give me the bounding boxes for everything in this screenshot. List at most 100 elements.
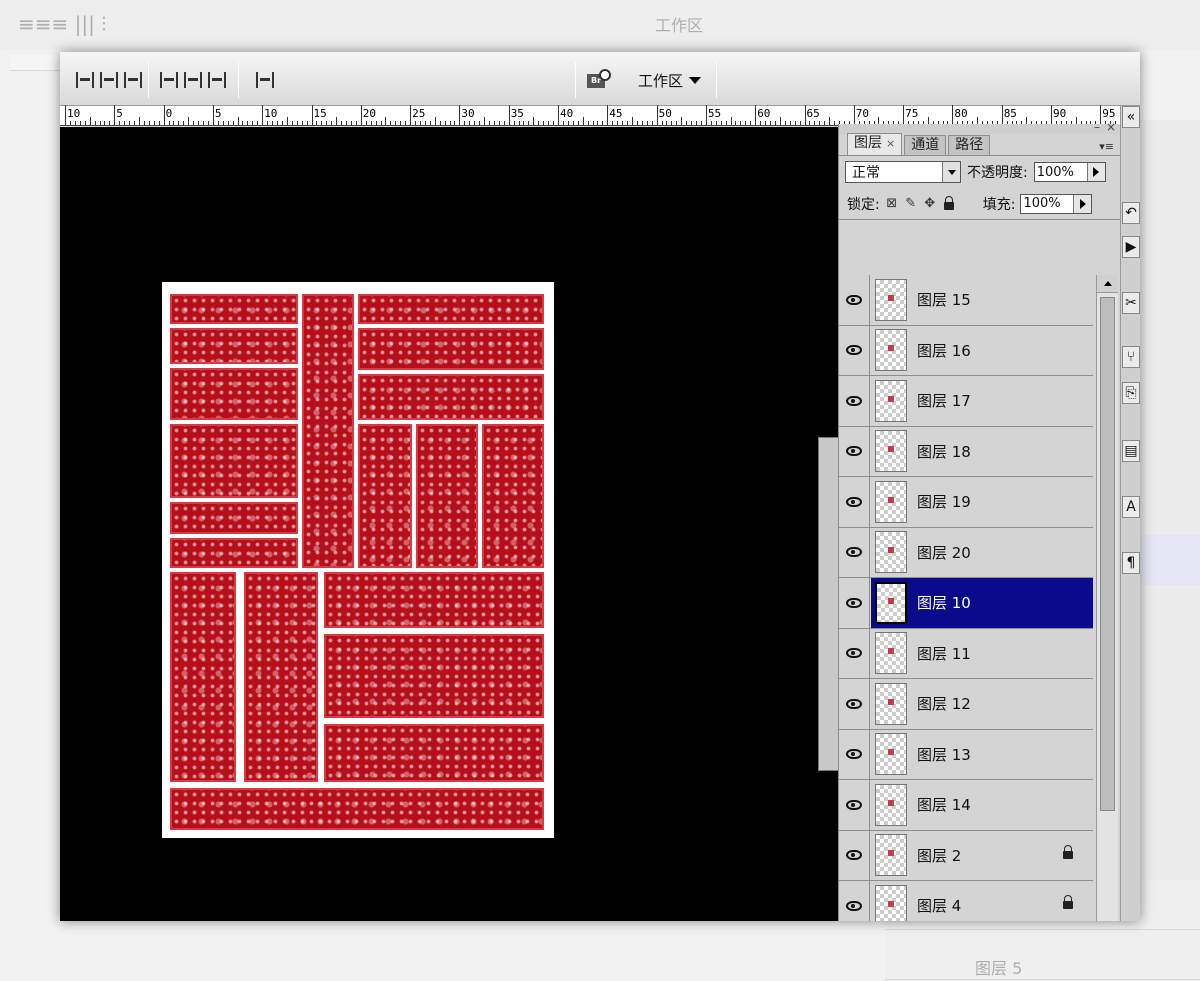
align-bottom-icon[interactable] bbox=[124, 72, 142, 88]
layer-comps-icon[interactable]: ⑂ bbox=[1122, 346, 1140, 368]
fill-value[interactable]: 100% bbox=[1021, 196, 1073, 211]
character-icon[interactable]: A bbox=[1122, 496, 1140, 518]
layer-main[interactable]: 图层 2 bbox=[871, 831, 1093, 881]
panel-menu-icon[interactable]: ▾≡ bbox=[1099, 140, 1114, 153]
layer-thumbnail[interactable] bbox=[875, 278, 907, 321]
workspace-menu[interactable]: 工作区 bbox=[638, 68, 702, 92]
layer-name[interactable]: 图层 17 bbox=[917, 390, 971, 411]
document-canvas[interactable] bbox=[60, 127, 840, 921]
align-vcenter-icon[interactable] bbox=[100, 72, 118, 88]
lock-all-icon[interactable] bbox=[942, 195, 956, 211]
layer-thumbnail[interactable] bbox=[875, 329, 907, 372]
layer-thumbnail[interactable] bbox=[875, 834, 907, 877]
auto-align-button[interactable] bbox=[256, 68, 274, 92]
layer-thumbnail[interactable] bbox=[875, 682, 907, 725]
visibility-toggle[interactable] bbox=[839, 780, 870, 830]
layer-name[interactable]: 图层 12 bbox=[917, 693, 971, 714]
layer-main[interactable]: 图层 13 bbox=[871, 730, 1093, 780]
close-icon[interactable]: × bbox=[886, 137, 895, 150]
layer-row[interactable]: 图层 19 bbox=[839, 477, 1093, 528]
layer-thumbnail[interactable] bbox=[875, 379, 907, 422]
tab-layers[interactable]: 图层 × bbox=[847, 133, 903, 155]
info-icon[interactable]: ▤ bbox=[1122, 440, 1140, 462]
visibility-toggle[interactable] bbox=[839, 679, 870, 729]
layer-row[interactable]: 图层 10 bbox=[839, 578, 1093, 629]
bridge-button[interactable]: Br bbox=[585, 68, 617, 94]
layer-thumbnail[interactable] bbox=[875, 480, 907, 523]
tab-paths[interactable]: 路径 bbox=[948, 135, 991, 155]
layer-row[interactable]: 图层 20 bbox=[839, 527, 1093, 578]
layer-thumbnail[interactable] bbox=[875, 632, 907, 675]
layer-thumbnail[interactable] bbox=[875, 884, 907, 921]
layer-main[interactable]: 图层 12 bbox=[871, 679, 1093, 729]
lock-position-icon[interactable]: ✥ bbox=[923, 196, 937, 211]
history-icon[interactable]: ↶ bbox=[1122, 202, 1140, 224]
layer-thumbnail[interactable] bbox=[875, 430, 907, 473]
layer-main[interactable]: 图层 15 bbox=[871, 275, 1093, 325]
visibility-toggle[interactable] bbox=[839, 376, 870, 426]
visibility-toggle[interactable] bbox=[839, 325, 870, 375]
scroll-up-icon[interactable] bbox=[1097, 275, 1118, 293]
layer-thumbnail[interactable] bbox=[875, 733, 907, 776]
layer-row[interactable]: 图层 4 bbox=[839, 881, 1093, 921]
layer-name[interactable]: 图层 10 bbox=[917, 592, 971, 613]
visibility-toggle[interactable] bbox=[839, 527, 870, 577]
tab-channels[interactable]: 通道 bbox=[904, 135, 947, 155]
layer-thumbnail[interactable] bbox=[875, 783, 907, 826]
lock-transparent-pixels-icon[interactable]: ⊠ bbox=[885, 196, 899, 211]
visibility-toggle[interactable] bbox=[839, 477, 870, 527]
actions-icon[interactable]: ▶ bbox=[1122, 236, 1140, 258]
distribute-left-icon[interactable] bbox=[160, 72, 178, 88]
visibility-toggle[interactable] bbox=[839, 578, 870, 628]
collapsed-character-panel[interactable] bbox=[818, 437, 840, 771]
layer-name[interactable]: 图层 18 bbox=[917, 441, 971, 462]
layer-main[interactable]: 图层 16 bbox=[871, 326, 1093, 376]
visibility-toggle[interactable] bbox=[839, 881, 870, 921]
visibility-toggle[interactable] bbox=[839, 426, 870, 476]
distribute-hcenter-icon[interactable] bbox=[184, 72, 202, 88]
visibility-toggle[interactable] bbox=[839, 830, 870, 880]
layer-main[interactable]: 图层 14 bbox=[871, 780, 1093, 830]
layer-row[interactable]: 图层 12 bbox=[839, 679, 1093, 730]
layer-row[interactable]: 图层 2 bbox=[839, 830, 1093, 881]
paragraph-icon[interactable]: ¶ bbox=[1122, 552, 1140, 574]
layer-name[interactable]: 图层 4 bbox=[917, 895, 961, 916]
layer-row[interactable]: 图层 14 bbox=[839, 780, 1093, 831]
layer-row[interactable]: 图层 15 bbox=[839, 275, 1093, 326]
visibility-toggle[interactable] bbox=[839, 628, 870, 678]
layer-row[interactable]: 图层 17 bbox=[839, 376, 1093, 427]
layer-main[interactable]: 图层 19 bbox=[871, 477, 1093, 527]
visibility-toggle[interactable] bbox=[839, 275, 870, 325]
fill-slider-arrow-icon[interactable] bbox=[1073, 194, 1092, 213]
layer-row[interactable]: 图层 13 bbox=[839, 729, 1093, 780]
layer-list-scrollbar[interactable] bbox=[1096, 275, 1118, 921]
layer-name[interactable]: 图层 20 bbox=[917, 542, 971, 563]
align-top-icon[interactable] bbox=[76, 72, 94, 88]
horizontal-ruler[interactable]: 10 5 0 5 10 15 20 25 30 35 40 45 50 55 60 65 70 75 80 85 90 9… bbox=[60, 105, 1140, 126]
blend-mode-select[interactable]: 正常 bbox=[845, 161, 961, 183]
layer-thumbnail[interactable] bbox=[875, 581, 907, 624]
layer-thumbnail[interactable] bbox=[875, 531, 907, 574]
lock-image-pixels-icon[interactable]: ✎ bbox=[904, 196, 918, 211]
layer-row[interactable]: 图层 16 bbox=[839, 325, 1093, 376]
layer-name[interactable]: 图层 2 bbox=[917, 845, 961, 866]
clone-source-icon[interactable]: ⎘ bbox=[1122, 382, 1140, 404]
layer-row[interactable]: 图层 11 bbox=[839, 628, 1093, 679]
layer-main[interactable]: 图层 18 bbox=[871, 427, 1093, 477]
layer-main[interactable]: 图层 4 bbox=[871, 881, 1093, 921]
layer-name[interactable]: 图层 16 bbox=[917, 340, 971, 361]
layer-main[interactable]: 图层 20 bbox=[871, 528, 1093, 578]
fill-field[interactable]: 100% bbox=[1020, 193, 1093, 214]
distribute-right-icon[interactable] bbox=[208, 72, 226, 88]
layer-name[interactable]: 图层 19 bbox=[917, 491, 971, 512]
layer-name[interactable]: 图层 14 bbox=[917, 794, 971, 815]
layer-main[interactable]: 图层 10 bbox=[871, 578, 1093, 628]
layer-row[interactable]: 图层 18 bbox=[839, 426, 1093, 477]
expand-dock-icon[interactable]: « bbox=[1122, 106, 1140, 128]
layer-name[interactable]: 图层 15 bbox=[917, 289, 971, 310]
opacity-field[interactable]: 100% bbox=[1033, 162, 1106, 182]
visibility-toggle[interactable] bbox=[839, 729, 870, 779]
layer-main[interactable]: 图层 17 bbox=[871, 376, 1093, 426]
opacity-value[interactable]: 100% bbox=[1035, 165, 1087, 180]
scroll-thumb[interactable] bbox=[1100, 297, 1115, 811]
